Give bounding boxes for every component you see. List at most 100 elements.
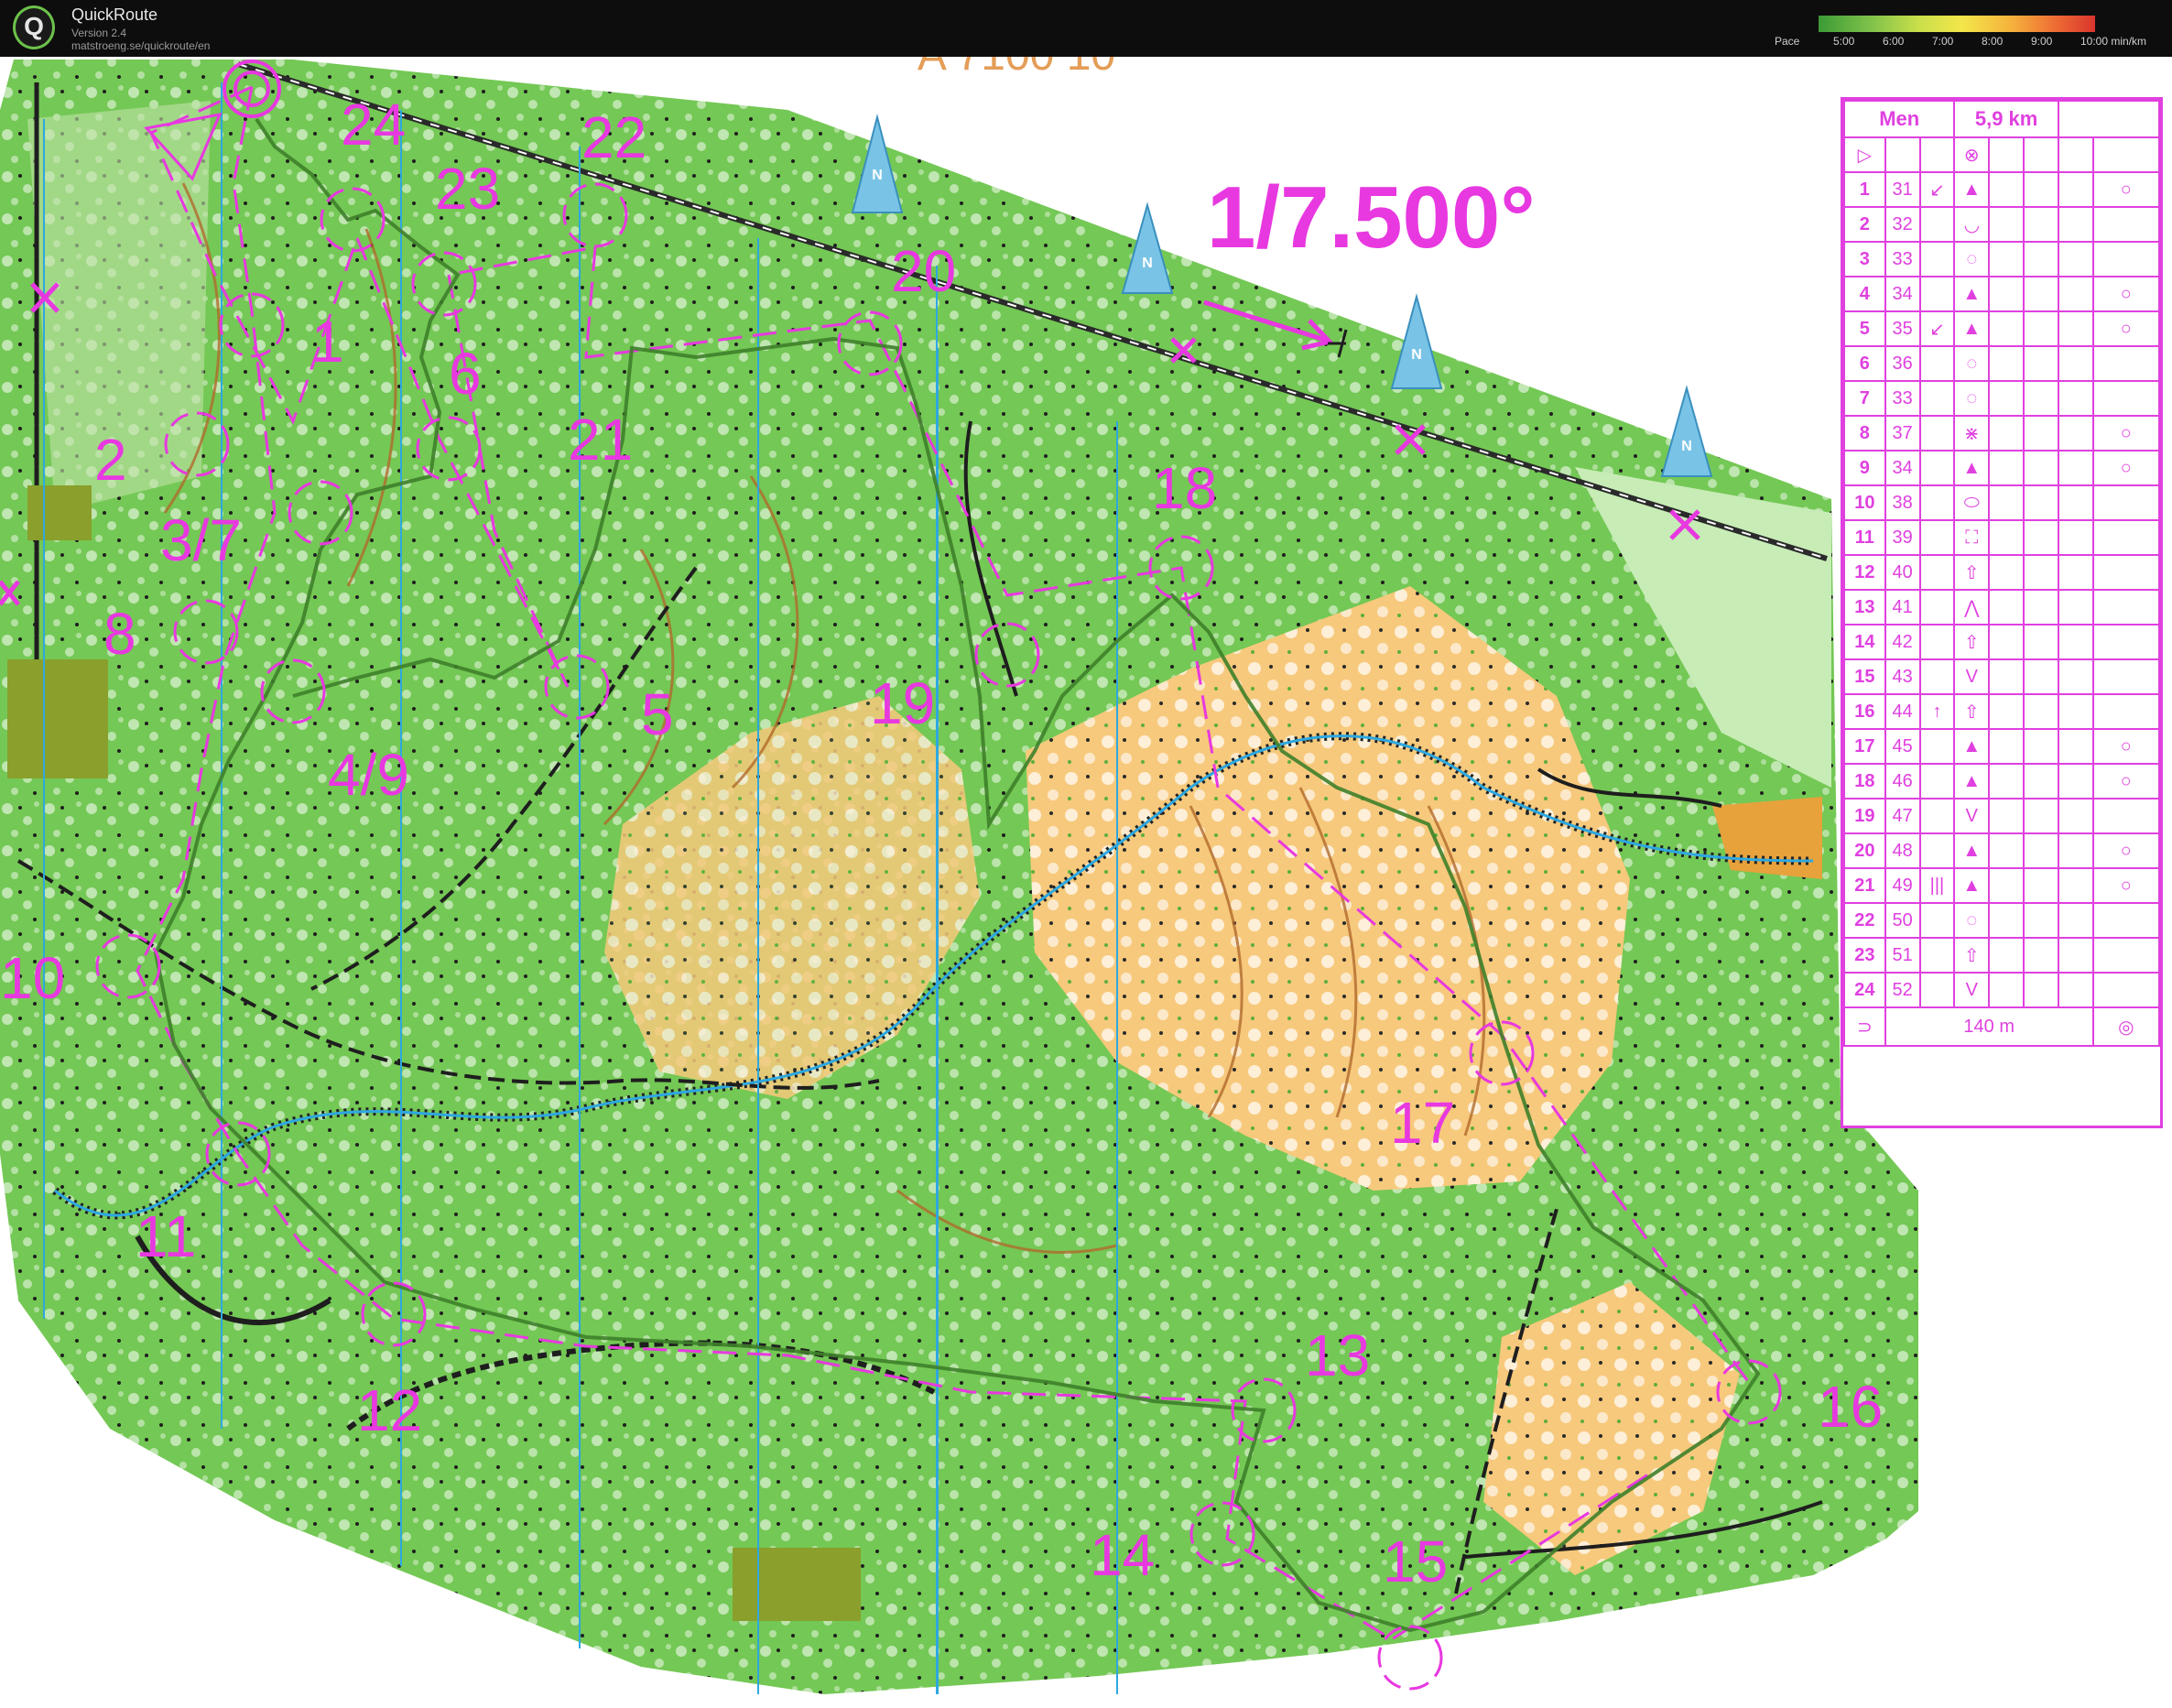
control-number-cell: 8 — [1843, 415, 1886, 451]
control-number: 13 — [1305, 1322, 1370, 1388]
control-code-cell: 34 — [1884, 450, 1921, 486]
control-code-cell: 34 — [1884, 276, 1921, 312]
svg-text:N: N — [1411, 347, 1422, 363]
direction-cell — [1918, 345, 1956, 382]
control-number: 24 — [341, 92, 406, 158]
finish-distance: 140 m — [1884, 1006, 2094, 1047]
location-symbol-cell — [2091, 624, 2161, 660]
direction-cell — [1918, 763, 1956, 800]
direction-cell: ↑ — [1918, 693, 1956, 730]
feature-symbol-cell: ◌ — [1953, 902, 1991, 939]
control-code-cell: 37 — [1884, 415, 1921, 451]
dimension-cell — [2023, 345, 2059, 382]
dimension-cell — [2023, 450, 2059, 486]
control-number: 20 — [891, 238, 956, 304]
appearance-cell — [1988, 345, 2025, 382]
control-code-cell: 41 — [1884, 589, 1921, 626]
detail-cell — [2057, 867, 2094, 904]
control-number-cell: 24 — [1843, 972, 1886, 1008]
appearance-cell — [1988, 450, 2025, 486]
control-number: 16 — [1818, 1374, 1883, 1440]
control-row: 3 33 ◌ — [1843, 241, 2161, 277]
detail-cell — [2057, 310, 2094, 347]
control-number: 14 — [1090, 1522, 1155, 1588]
detail-cell — [2057, 206, 2094, 243]
detail-cell — [2057, 728, 2094, 765]
direction-cell — [1918, 972, 1956, 1008]
app-header: Q QuickRoute Version 2.4 matstroeng.se/q… — [0, 0, 2172, 57]
control-number-cell: 7 — [1843, 380, 1886, 417]
control-code-cell: 46 — [1884, 763, 1921, 800]
location-symbol-cell — [2091, 345, 2161, 382]
map-title-fragment: A 7100 10 — [918, 57, 1115, 80]
feature-symbol-cell: ⇧ — [1953, 624, 1991, 660]
appearance-cell — [1988, 832, 2025, 869]
control-number: 19 — [870, 670, 935, 736]
appearance-cell — [1988, 310, 2025, 347]
feature-symbol-cell: ▲ — [1953, 310, 1991, 347]
feature-symbol-cell: ⇧ — [1953, 554, 1991, 591]
appearance-cell — [1988, 554, 2025, 591]
location-symbol-cell: ○ — [2091, 415, 2161, 451]
detail-cell — [2057, 693, 2094, 730]
control-number-cell: 14 — [1843, 624, 1886, 660]
start-triangle-icon: ▷ — [1843, 136, 1886, 173]
dimension-cell — [2023, 832, 2059, 869]
dimension-cell — [2023, 484, 2059, 521]
dimension-cell — [2023, 624, 2059, 660]
location-symbol-cell: ○ — [2091, 763, 2161, 800]
control-row: 21 49 ||| ▲ ○ — [1843, 867, 2161, 904]
feature-symbol-cell: ⬭ — [1953, 484, 1991, 521]
dimension-cell — [2023, 519, 2059, 556]
control-number-cell: 17 — [1843, 728, 1886, 765]
control-number-cell: 10 — [1843, 484, 1886, 521]
dimension-cell — [2023, 206, 2059, 243]
control-code-cell: 39 — [1884, 519, 1921, 556]
control-code-cell: 38 — [1884, 484, 1921, 521]
control-row: 15 43 V — [1843, 658, 2161, 695]
control-number: 4/9 — [328, 742, 409, 808]
app-url[interactable]: matstroeng.se/quickroute/en — [71, 39, 210, 52]
control-code-cell: 32 — [1884, 206, 1921, 243]
control-number: 22 — [581, 104, 646, 170]
detail-cell — [2057, 484, 2094, 521]
control-row: 17 45 ▲ ○ — [1843, 728, 2161, 765]
appearance-cell — [1988, 415, 2025, 451]
direction-cell — [1918, 450, 1956, 486]
location-symbol-cell — [2091, 206, 2161, 243]
control-number-cell: 12 — [1843, 554, 1886, 591]
control-row: 20 48 ▲ ○ — [1843, 832, 2161, 869]
appearance-cell — [1988, 798, 2025, 834]
appearance-cell — [1988, 484, 2025, 521]
control-number-cell: 3 — [1843, 241, 1886, 277]
location-symbol-cell — [2091, 519, 2161, 556]
feature-symbol-cell: ▲ — [1953, 171, 1991, 208]
control-code-cell: 33 — [1884, 241, 1921, 277]
feature-symbol-cell: ◌ — [1953, 345, 1991, 382]
control-number: 10 — [0, 945, 65, 1011]
control-number-cell: 16 — [1843, 693, 1886, 730]
control-code-cell: 31 — [1884, 171, 1921, 208]
control-code-cell: 36 — [1884, 345, 1921, 382]
feature-symbol-cell: ⇧ — [1953, 693, 1991, 730]
control-number-cell: 6 — [1843, 345, 1886, 382]
detail-cell — [2057, 171, 2094, 208]
detail-cell — [2057, 554, 2094, 591]
feature-symbol-cell: V — [1953, 798, 1991, 834]
location-symbol-cell — [2091, 589, 2161, 626]
detail-cell — [2057, 380, 2094, 417]
north-arrow: N — [1660, 385, 1713, 477]
control-row: 13 41 ⋀ — [1843, 589, 2161, 626]
control-number-cell: 21 — [1843, 867, 1886, 904]
detail-cell — [2057, 832, 2094, 869]
appearance-cell — [1988, 693, 2025, 730]
control-row: 16 44 ↑ ⇧ — [1843, 693, 2161, 730]
appearance-cell — [1988, 171, 2025, 208]
scale-label: 1/7.500° — [1207, 169, 1536, 267]
pace-tick: 8:00 — [1982, 35, 2004, 48]
direction-cell — [1918, 554, 1956, 591]
control-number-cell: 2 — [1843, 206, 1886, 243]
location-symbol-cell — [2091, 484, 2161, 521]
location-symbol-cell: ○ — [2091, 276, 2161, 312]
control-number: 12 — [357, 1377, 422, 1443]
